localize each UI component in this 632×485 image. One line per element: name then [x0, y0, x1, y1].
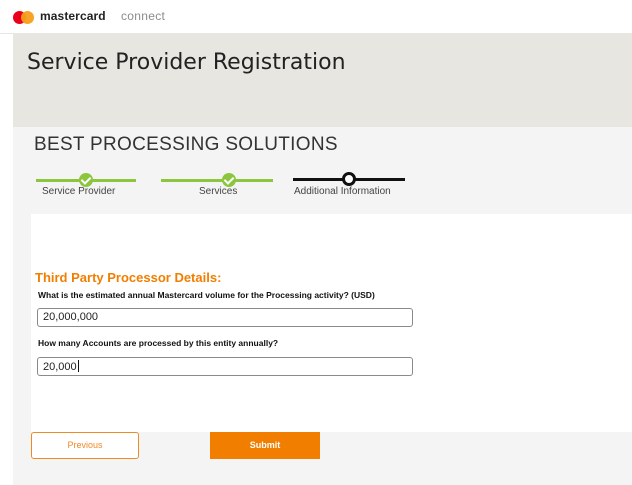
annual-volume-input[interactable]: 20,000,000	[37, 308, 413, 327]
logo-yellow-circle	[21, 11, 34, 24]
page-title: Service Provider Registration	[27, 50, 346, 75]
accounts-count-value: 20,000	[43, 361, 77, 373]
accounts-question-label: How many Accounts are processed by this …	[38, 338, 279, 348]
brand-suffix: connect	[121, 9, 166, 23]
step-3-current-icon	[342, 172, 356, 186]
text-cursor	[77, 360, 79, 372]
top-bar: mastercard connect	[0, 0, 632, 34]
submit-button[interactable]: Submit	[210, 432, 320, 459]
company-name: BEST PROCESSING SOLUTIONS	[34, 134, 338, 155]
section-title: Third Party Processor Details:	[35, 270, 222, 285]
step-2-check-icon	[222, 173, 236, 187]
annual-volume-value: 20,000,000	[43, 311, 99, 323]
step-3-label: Additional Information	[294, 186, 391, 197]
step-1-label: Service Provider	[42, 186, 116, 197]
volume-question-label: What is the estimated annual Mastercard …	[38, 290, 375, 300]
step-1-check-icon	[79, 173, 93, 187]
mastercard-logo-icon[interactable]	[13, 11, 35, 24]
title-band	[13, 33, 632, 127]
previous-button[interactable]: Previous	[31, 432, 139, 459]
step-line-2	[161, 179, 273, 182]
accounts-count-input[interactable]: 20,000	[37, 357, 413, 376]
step-2-label: Services	[199, 186, 238, 197]
brand-name[interactable]: mastercard	[40, 9, 106, 23]
